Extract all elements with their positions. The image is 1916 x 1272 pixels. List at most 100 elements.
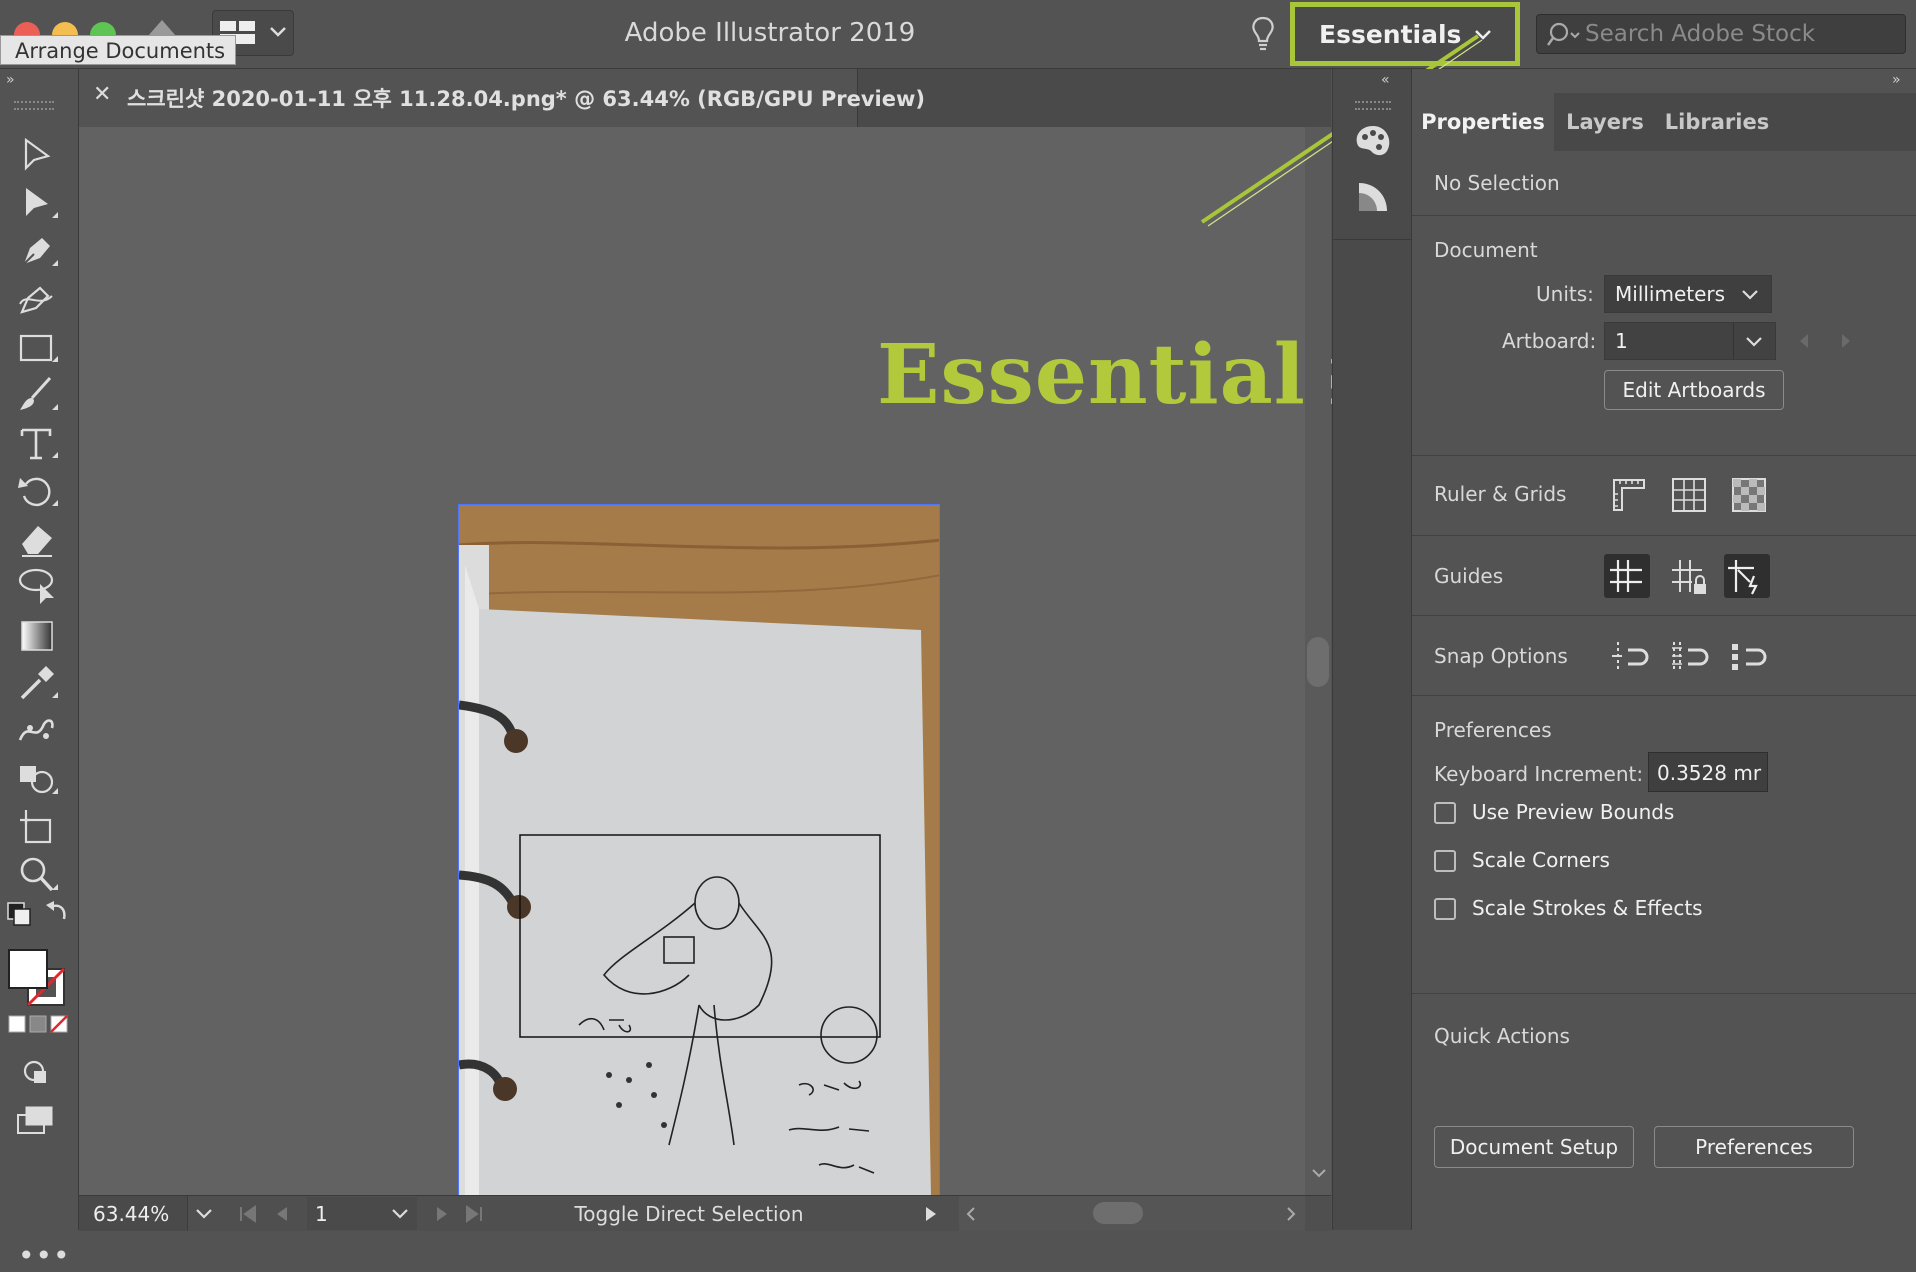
vertical-scrollbar[interactable] xyxy=(1305,127,1331,1195)
lock-guides-icon[interactable] xyxy=(1668,556,1710,598)
snap-options-label: Snap Options xyxy=(1434,644,1568,668)
keyboard-increment-label: Keyboard Increment: xyxy=(1434,762,1644,786)
lightbulb-icon[interactable] xyxy=(1250,16,1276,52)
chevron-down-icon xyxy=(1475,30,1491,40)
scroll-thumb[interactable] xyxy=(1307,637,1329,687)
color-mode-icons[interactable] xyxy=(8,1015,68,1033)
zoom-level-value: 63.44% xyxy=(93,1202,170,1226)
artboard-tool-icon[interactable] xyxy=(16,806,58,848)
gradient-tool-icon[interactable] xyxy=(16,614,58,656)
direct-selection-tool-icon[interactable] xyxy=(16,182,58,224)
document-tab-bar: ✕ 스크린샷 2020-01-11 오후 11.28.04.png* @ 63.… xyxy=(79,69,1331,127)
canvas[interactable]: Essentials xyxy=(79,127,1352,1196)
tab-libraries[interactable]: Libraries xyxy=(1656,93,1778,151)
zoom-level-field[interactable]: 63.44% xyxy=(79,1196,188,1231)
first-artboard-icon[interactable] xyxy=(239,1205,299,1223)
scale-strokes-effects-checkbox[interactable] xyxy=(1434,898,1456,920)
rotate-tool-icon[interactable] xyxy=(16,470,58,512)
next-artboard-icon[interactable] xyxy=(433,1205,493,1223)
curvature-tool-icon[interactable] xyxy=(16,278,58,320)
color-palette-icon[interactable] xyxy=(1353,123,1393,159)
scroll-right-icon[interactable] xyxy=(1285,1206,1297,1222)
search-placeholder: Search Adobe Stock xyxy=(1585,21,1816,47)
more-tools-icon[interactable]: ••• xyxy=(18,1239,71,1272)
screen-mode-icon[interactable] xyxy=(16,1105,56,1135)
smart-guides-button[interactable] xyxy=(1724,554,1770,598)
close-tab-icon[interactable]: ✕ xyxy=(93,82,111,107)
zoom-dropdown-icon[interactable] xyxy=(195,1207,213,1221)
tab-layers[interactable]: Layers xyxy=(1554,93,1656,151)
scroll-left-icon[interactable] xyxy=(965,1206,977,1222)
puppet-warp-tool-icon[interactable] xyxy=(16,710,58,752)
units-label: Units: xyxy=(1536,282,1594,306)
use-preview-bounds-checkbox[interactable] xyxy=(1434,802,1456,824)
artboard-label: Artboard: xyxy=(1502,329,1597,353)
artboard-dropdown-icon[interactable] xyxy=(391,1207,409,1221)
snap-to-pixel-icon[interactable] xyxy=(1668,636,1710,678)
panel-tabs: Properties Layers Libraries xyxy=(1412,93,1916,151)
keyboard-increment-input[interactable]: 0.3528 mr xyxy=(1648,752,1768,792)
document-setup-button[interactable]: Document Setup xyxy=(1434,1126,1634,1168)
rectangle-tool-icon[interactable] xyxy=(16,326,58,368)
artboard-select[interactable]: 1 xyxy=(1604,322,1776,360)
selection-tool-icon[interactable] xyxy=(16,134,58,176)
document-section: Document Units: Millimeters Artboard: 1 … xyxy=(1412,215,1916,456)
strip-grip[interactable] xyxy=(1355,101,1391,110)
chevron-down-icon xyxy=(270,27,286,37)
h-scroll-thumb[interactable] xyxy=(1093,1202,1143,1224)
edit-artboards-button[interactable]: Edit Artboards xyxy=(1604,370,1784,410)
eyedropper-tool-icon[interactable] xyxy=(16,662,58,704)
ruler-icon[interactable] xyxy=(1608,474,1650,516)
scale-corners-checkbox[interactable] xyxy=(1434,850,1456,872)
status-menu-icon[interactable] xyxy=(923,1206,939,1222)
color-guide-icon[interactable] xyxy=(1355,179,1391,215)
eraser-tool-icon[interactable] xyxy=(16,518,58,560)
show-guides-button[interactable] xyxy=(1604,554,1650,598)
type-tool-icon[interactable] xyxy=(16,422,58,464)
workspace-switcher[interactable]: Essentials xyxy=(1290,2,1520,66)
previous-artboard-icon[interactable] xyxy=(1798,332,1810,350)
snap-to-grid-icon[interactable] xyxy=(1728,636,1770,678)
app-title: Adobe Illustrator 2019 xyxy=(624,18,916,48)
shape-builder-tool-icon[interactable] xyxy=(16,758,58,800)
placed-image[interactable] xyxy=(458,504,940,1196)
lasso-tool-icon[interactable] xyxy=(16,566,58,608)
properties-panel: » Properties Layers Libraries No Selecti… xyxy=(1412,69,1916,1230)
selection-status: No Selection xyxy=(1434,171,1560,195)
scale-strokes-effects-label: Scale Strokes & Effects xyxy=(1472,896,1703,920)
guides-icon xyxy=(1610,560,1642,592)
pen-tool-icon[interactable] xyxy=(16,230,58,272)
collapsed-panels-strip: « xyxy=(1332,69,1412,1230)
quick-actions-section: Quick Actions Document Setup Preferences xyxy=(1412,993,1916,1231)
scroll-down-icon[interactable] xyxy=(1311,1167,1327,1179)
current-tool-label: Toggle Direct Selection xyxy=(574,1202,804,1226)
draw-mode-icon[interactable] xyxy=(22,1059,50,1087)
units-select[interactable]: Millimeters xyxy=(1604,275,1772,313)
tab-properties[interactable]: Properties xyxy=(1412,93,1554,151)
paintbrush-tool-icon[interactable] xyxy=(16,374,58,416)
collapse-panels-icon[interactable]: « xyxy=(1381,72,1401,86)
panel-grip[interactable] xyxy=(14,101,54,110)
svg-text:«: « xyxy=(1381,72,1390,86)
horizontal-scrollbar[interactable] xyxy=(959,1196,1305,1231)
svg-text:»: » xyxy=(6,72,15,86)
next-artboard-icon[interactable] xyxy=(1840,332,1852,350)
units-value: Millimeters xyxy=(1615,282,1726,306)
search-adobe-stock-input[interactable]: Search Adobe Stock xyxy=(1536,14,1906,54)
swap-fill-stroke-icon[interactable] xyxy=(4,899,74,933)
artboard-number-value: 1 xyxy=(315,1202,328,1226)
zoom-tool-icon[interactable] xyxy=(16,854,58,896)
preferences-button[interactable]: Preferences xyxy=(1654,1126,1854,1168)
keyboard-increment-value: 0.3528 mr xyxy=(1657,761,1762,785)
guides-label: Guides xyxy=(1434,564,1504,588)
grid-icon[interactable] xyxy=(1668,474,1710,516)
transparency-grid-icon[interactable] xyxy=(1728,474,1770,516)
expand-panel-icon[interactable]: » xyxy=(6,72,26,86)
chevron-down-icon xyxy=(1742,290,1758,300)
use-preview-bounds-label: Use Preview Bounds xyxy=(1472,800,1675,824)
expand-right-panel-icon[interactable]: » xyxy=(1892,72,1912,86)
document-tab[interactable]: ✕ 스크린샷 2020-01-11 오후 11.28.04.png* @ 63.… xyxy=(79,69,925,127)
snap-to-point-icon[interactable] xyxy=(1608,636,1650,678)
search-icon xyxy=(1547,22,1580,46)
fill-swatch[interactable] xyxy=(8,949,48,989)
